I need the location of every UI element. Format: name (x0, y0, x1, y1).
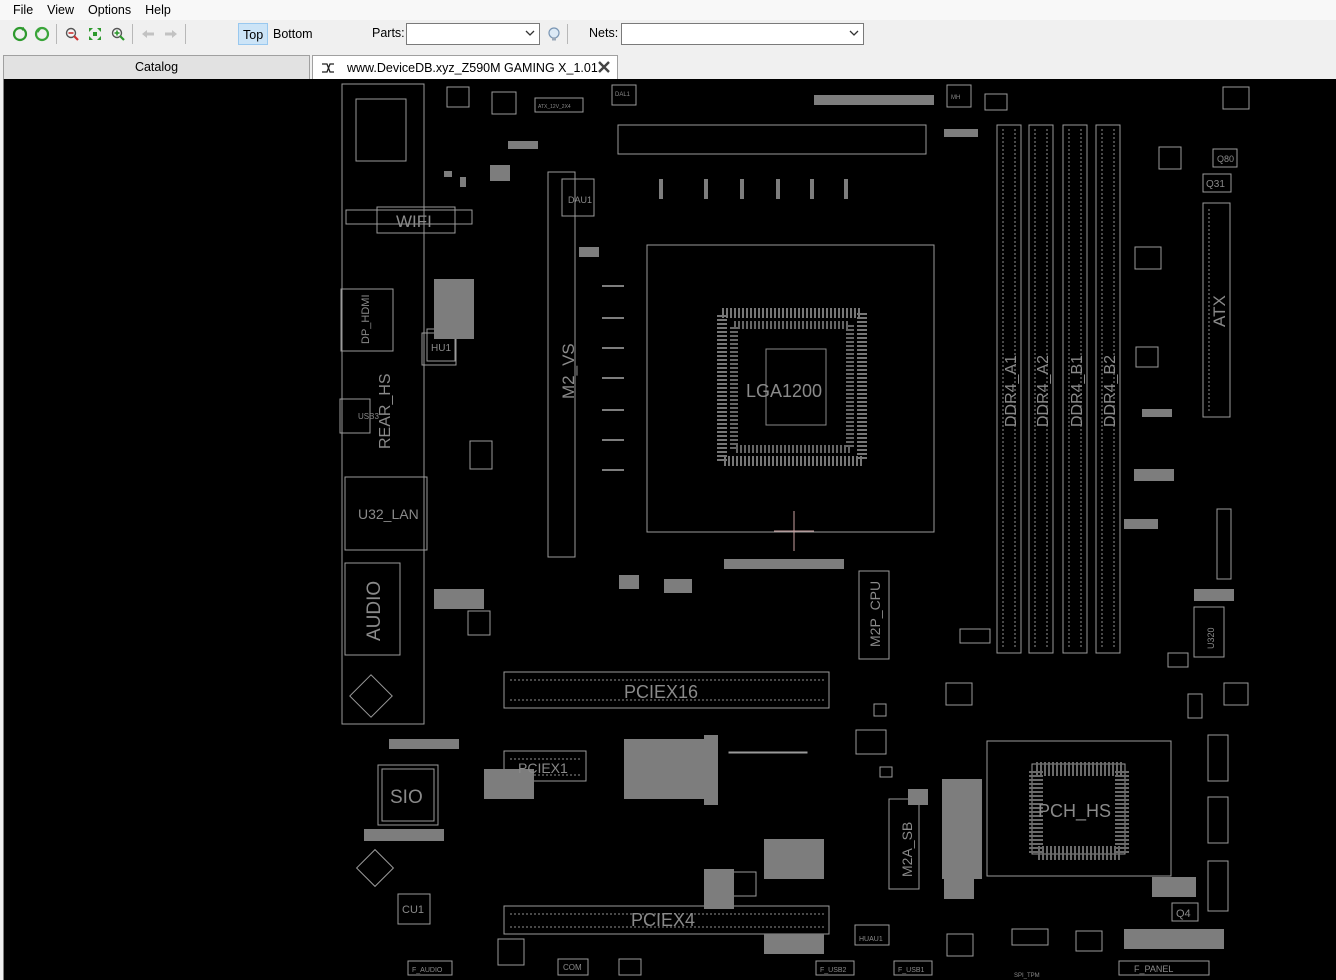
label-u32-lan: U32_LAN (358, 506, 419, 522)
label-pciex4: PCIEX4 (631, 910, 695, 930)
label-ddr4-a1: DDR4_A1 (1003, 355, 1020, 427)
label-pciex1: PCIEX1 (518, 760, 568, 776)
chevron-down-icon (525, 30, 535, 36)
menu-help[interactable]: Help (138, 0, 178, 20)
label-m2p-cpu: M2P_CPU (867, 581, 883, 647)
bottom-side-button[interactable]: Bottom (269, 23, 317, 45)
label-q31: Q31 (1206, 179, 1225, 190)
label-wifi: WIFI (396, 212, 432, 231)
fit-icon[interactable] (85, 24, 105, 44)
label-q4: Q4 (1176, 908, 1191, 920)
search-bulb-icon[interactable] (544, 24, 564, 44)
chevron-down-icon (849, 30, 859, 36)
label-dau1: DAU1 (568, 195, 592, 205)
board-view-canvas[interactable]: WIFI DP_HDMI HU1 USB3 REAR_HS U32_LAN AU… (3, 79, 1336, 980)
label-f-usb1: F_USB1 (898, 967, 925, 974)
label-huau1: HUAU1 (859, 936, 883, 943)
label-f-panel: F_PANEL (1134, 964, 1173, 974)
label-com: COM (563, 963, 582, 972)
tab-strip: Catalog www.DeviceDB.xyz_Z590M GAMING X_… (0, 55, 1336, 79)
label-m2a-sb: M2A_SB (899, 822, 915, 877)
label-lga1200: LGA1200 (746, 381, 822, 401)
label-atx-12v: ATX_12V_2X4 (538, 104, 571, 110)
label-rear-hs: REAR_HS (377, 373, 394, 449)
nets-combobox[interactable] (621, 23, 864, 45)
label-mh: MH (951, 95, 960, 101)
label-atx: ATX (1210, 295, 1229, 327)
back-arrow-icon[interactable] (138, 24, 158, 44)
label-hu1: HU1 (431, 343, 451, 354)
label-q80: Q80 (1217, 154, 1234, 164)
label-audio: AUDIO (364, 581, 385, 641)
label-ddr4-a2: DDR4_A2 (1035, 355, 1052, 427)
zoom-out-icon[interactable] (62, 24, 82, 44)
reload-icon[interactable] (32, 24, 52, 44)
forward-arrow-icon[interactable] (161, 24, 181, 44)
toolbar: Top Bottom Parts: Nets: (0, 21, 1336, 47)
top-side-button[interactable]: Top (238, 23, 269, 45)
close-icon[interactable] (597, 60, 611, 74)
zoom-in-icon[interactable] (108, 24, 128, 44)
tab-swap-icon (322, 63, 334, 73)
menu-file[interactable]: File (6, 0, 40, 20)
label-f-usb2: F_USB2 (820, 967, 847, 974)
label-ddr4-b1: DDR4_B1 (1069, 355, 1086, 427)
tab-board[interactable]: www.DeviceDB.xyz_Z590M GAMING X_1.01 (312, 55, 618, 79)
label-dp-hdmi: DP_HDMI (360, 294, 372, 344)
parts-label: Parts: (372, 26, 405, 40)
menu-options[interactable]: Options (81, 0, 138, 20)
label-pciex16: PCIEX16 (624, 682, 698, 702)
board-layout: WIFI DP_HDMI HU1 USB3 REAR_HS U32_LAN AU… (339, 83, 1250, 979)
label-f-audio: F_AUDIO (412, 967, 443, 974)
nets-label: Nets: (589, 26, 619, 40)
label-u320: U320 (1206, 627, 1216, 649)
menu-view[interactable]: View (40, 0, 81, 20)
label-pch-hs: PCH_HS (1038, 801, 1111, 822)
label-spi-tpm: SPI_TPM (1014, 973, 1040, 979)
label-cu1: CU1 (402, 904, 424, 916)
tab-board-label: www.DeviceDB.xyz_Z590M GAMING X_1.01 (347, 61, 598, 75)
label-m2-vs: M2_VS (559, 343, 578, 399)
label-ddr4-b2: DDR4_B2 (1102, 355, 1119, 427)
label-dal1: DAL1 (615, 92, 631, 98)
menu-bar: File View Options Help (0, 0, 1336, 20)
parts-combobox[interactable] (406, 23, 540, 45)
tab-catalog-label: Catalog (134, 60, 179, 74)
tab-catalog[interactable]: Catalog (3, 55, 310, 79)
refresh-icon[interactable] (10, 24, 30, 44)
label-sio: SIO (390, 787, 423, 808)
